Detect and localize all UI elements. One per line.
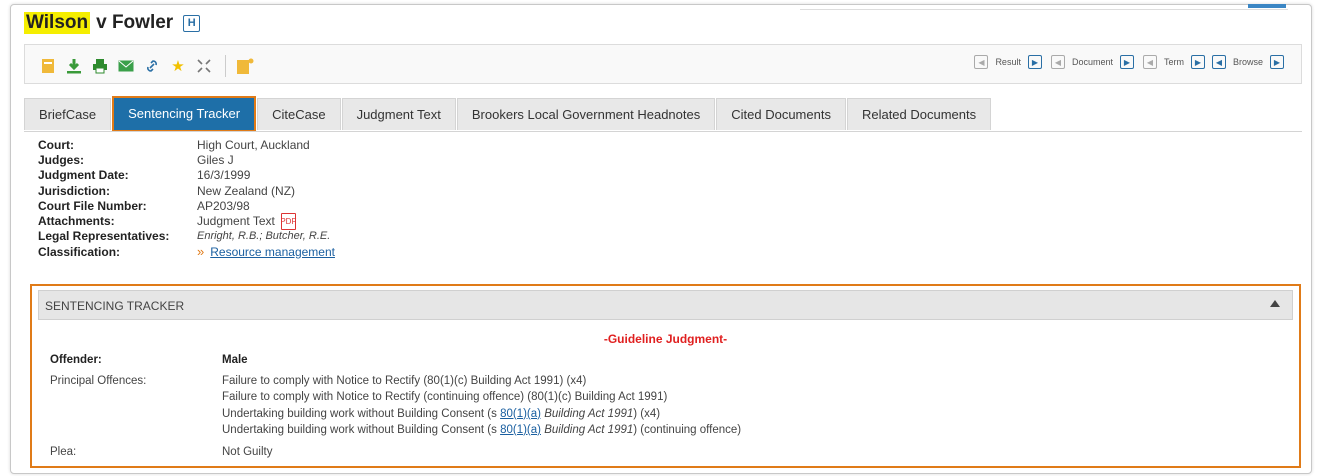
tab-brookers-headnotes[interactable]: Brookers Local Government Headnotes [456, 98, 716, 130]
title-rest: v Fowler [96, 12, 174, 33]
court-value: High Court, Auckland [197, 137, 310, 152]
classification-label: Classification: [38, 244, 121, 259]
guideline-judgment-label: -Guideline Judgment- [603, 332, 728, 346]
link-icon[interactable] [143, 57, 161, 75]
pdf-icon[interactable]: PDF [280, 212, 296, 230]
offence-text: ) (continuing offence) [633, 423, 742, 436]
classification-link[interactable]: Resource management [210, 245, 335, 259]
attachments-value: Judgment Text PDF [197, 212, 296, 230]
offender-label: Offender: [50, 354, 102, 366]
jurisdiction-label: Jurisdiction: [38, 183, 111, 198]
tab-cited-documents[interactable]: Cited Documents [716, 98, 846, 130]
offence-item: Undertaking building work without Buildi… [222, 406, 741, 422]
judgment-date-label: Judgment Date: [38, 168, 129, 183]
top-search-button[interactable] [1248, 4, 1286, 8]
sentencing-tracker-title: SENTENCING TRACKER [45, 299, 185, 313]
term-prev-button[interactable]: ◀ [1142, 55, 1157, 69]
expand-icon[interactable] [195, 57, 213, 75]
history-badge[interactable]: H [183, 14, 201, 32]
document-next-button[interactable]: ▶ [1119, 55, 1134, 69]
document-icon[interactable] [39, 57, 57, 75]
section-link[interactable]: 80(1)(a) [500, 424, 541, 436]
offence-item: Undertaking building work without Buildi… [222, 422, 741, 438]
classification-marker: » [197, 244, 205, 260]
plea-label: Plea: [50, 445, 77, 458]
document-prev-button[interactable]: ◀ [1050, 55, 1065, 69]
judgment-date-value: 16/3/1999 [197, 168, 251, 183]
star-icon[interactable]: ★ [169, 57, 187, 75]
offence-item: Failure to comply with Notice to Rectify… [222, 391, 668, 404]
toolbar-separator [225, 55, 226, 77]
legal-representatives-label: Legal Representatives: [38, 229, 170, 244]
tab-sentencing-tracker[interactable]: Sentencing Tracker [112, 96, 257, 132]
principal-offences-list: Failure to comply with Notice to Rectify… [222, 373, 741, 438]
tab-judgment-text[interactable]: Judgment Text [341, 98, 456, 130]
classification-value: » Resource management [197, 244, 335, 259]
new-note-icon[interactable] [236, 57, 254, 75]
result-next-button[interactable]: ▶ [1027, 55, 1042, 69]
attachments-label: Attachments: [38, 214, 115, 229]
jurisdiction-value: New Zealand (NZ) [197, 183, 296, 198]
offender-value: Male [222, 354, 248, 366]
act-name: Building Act 1991 [544, 423, 634, 436]
result-navigation: ◀ Result ▶ ◀ Document ▶ ◀ Term ▶ ◀ Brows… [971, 55, 1287, 69]
title-highlight: Wilson [24, 12, 91, 34]
nav-document-label: Document [1071, 57, 1113, 67]
tab-briefcase[interactable]: BriefCase [24, 98, 112, 130]
offence-text: ) (x4) [633, 407, 661, 420]
toolbar: ★ ◀ Result ▶ ◀ Document ▶ ◀ Term ▶ ◀ Bro… [24, 44, 1302, 84]
section-link[interactable]: 80(1)(a) [500, 408, 541, 420]
offence-text: Undertaking building work without Buildi… [222, 423, 501, 436]
top-search-bar[interactable] [800, 4, 1288, 10]
browse-prev-button[interactable]: ◀ [1211, 55, 1226, 69]
tab-bar: BriefCase Sentencing Tracker CiteCase Ju… [24, 96, 992, 132]
judges-value: Giles J [197, 152, 234, 167]
plea-value: Not Guilty [222, 445, 273, 458]
nav-browse-label: Browse [1232, 57, 1263, 67]
sentencing-tracker-header[interactable]: SENTENCING TRACKER [38, 290, 1293, 320]
principal-offences-label: Principal Offences: [50, 375, 147, 388]
sentencing-details: Offender: Male Principal Offences: Failu… [50, 352, 741, 460]
legal-representatives-value: Enright, R.B.; Butcher, R.E. [197, 230, 331, 243]
email-icon[interactable] [117, 57, 135, 75]
judges-label: Judges: [38, 152, 85, 167]
offence-item: Failure to comply with Notice to Rectify… [222, 375, 587, 388]
tab-citecase[interactable]: CiteCase [257, 98, 341, 130]
term-next-button[interactable]: ▶ [1190, 55, 1205, 69]
download-icon[interactable] [65, 57, 83, 75]
court-file-number-label: Court File Number: [38, 198, 147, 213]
print-icon[interactable] [91, 57, 109, 75]
title-row: Wilson v Fowler H [24, 8, 201, 38]
result-prev-button[interactable]: ◀ [974, 55, 989, 69]
nav-term-label: Term [1163, 57, 1184, 67]
tab-related-documents[interactable]: Related Documents [846, 98, 992, 130]
act-name: Building Act 1991 [544, 407, 634, 420]
browse-next-button[interactable]: ▶ [1270, 55, 1284, 69]
case-metadata: Court: High Court, Auckland Judges: Gile… [38, 137, 335, 260]
nav-result-label: Result [995, 57, 1021, 67]
offence-text: Undertaking building work without Buildi… [222, 407, 501, 420]
court-file-number-value: AP203/98 [197, 198, 250, 213]
case-title: Wilson v Fowler H [24, 12, 201, 34]
tab-divider [24, 131, 1302, 132]
sentencing-tracker-panel: SENTENCING TRACKER -Guideline Judgment- … [30, 284, 1301, 468]
attachment-judgment-text[interactable]: Judgment Text [197, 214, 275, 228]
court-label: Court: [38, 137, 74, 152]
collapse-caret-icon[interactable] [1270, 300, 1280, 307]
